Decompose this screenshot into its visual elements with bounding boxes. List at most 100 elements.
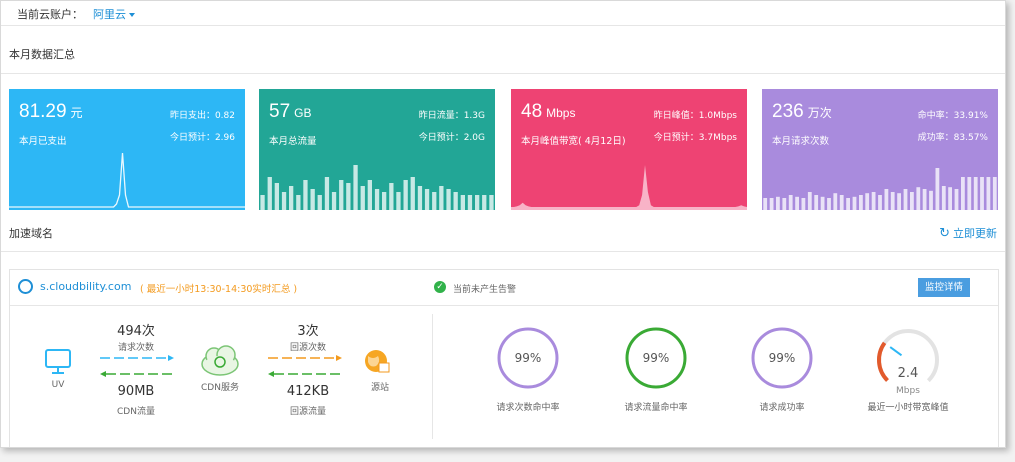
summary-card: 81.29 元本月已支出 昨日支出：0.82 今日预计：2.96 [9,89,245,210]
card-unit: GB [294,106,312,120]
spark-bar [769,198,774,210]
spark-bar [289,186,294,210]
spark-bar [884,189,889,210]
spark-bar [973,177,978,210]
account-value: 阿里云 [93,8,126,21]
card-sparkline [763,168,997,210]
origin-traffic-label: 回源流量 [289,407,326,417]
spark-bar [460,195,465,210]
spark-bar [374,189,380,210]
spark-bar [346,183,351,210]
spark-bar [916,187,921,210]
dashboard-frame: 当前云账户： 阿里云 本月数据汇总 81.29 元本月已支出 昨日支出：0.82 今日预… [0,0,1006,448]
card-value-number: 57 [269,101,291,122]
card-stat-2: 成功率：83.57% [917,133,988,143]
spark-bar [827,198,831,210]
card-stat-1: 昨日支出：0.82 [169,111,235,121]
spark-bar [929,190,933,210]
spark-bar [890,192,895,210]
spark-bar [820,196,825,210]
domain-header: s.cloudbility.com ( 最近一小时13:30-14:30实时汇总… [10,270,998,306]
origin-traffic-value: 412KB [286,384,330,399]
card-stat-2: 今日预计：3.7Mbps [653,133,737,143]
card-sparkline [260,165,494,210]
spark-bar [453,192,458,210]
spark-bar [424,189,430,210]
refresh-button[interactable]: ↻ 立即更新 [939,225,997,241]
cdn-traffic-label: CDN流量 [117,407,155,417]
spark-bar [482,195,487,210]
ring-label: 请求流量命中率 [624,403,688,413]
card-value: 236 万次 [772,101,832,123]
card-value: 81.29 元 [19,101,83,123]
card-value: 57 GB [269,101,311,123]
domain-name-link[interactable]: s.cloudbility.com [40,280,131,293]
card-unit: 元 [70,106,83,120]
spark-bar [782,198,787,210]
monitor-details-button[interactable]: 监控详情 [918,278,970,297]
spark-bar [795,196,799,210]
account-label: 当前云账户： [17,8,83,21]
card-unit: 万次 [807,106,832,120]
card-sparkline [9,152,245,208]
ring-value: 99% [514,351,542,365]
spark-bar [801,198,806,210]
spark-bar [353,165,358,210]
origin-requests-label: 回源次数 [289,343,326,353]
spark-bar [324,177,330,210]
account-dropdown[interactable]: 阿里云 [93,8,135,21]
domain-panel: s.cloudbility.com ( 最近一小时13:30-14:30实时汇总… [9,269,999,447]
ring-value: 99% [642,351,670,365]
card-subtitle: 本月已支出 [19,136,67,147]
flow-arrow-request [100,355,174,361]
bandwidth-value: 2.4 [897,366,919,381]
spark-bar [967,177,972,210]
spark-bar [432,192,437,210]
spark-bar [417,186,423,210]
card-subtitle: 本月峰值带宽( 4月12日) [521,136,626,147]
spark-bar [878,195,882,210]
refresh-icon: ↻ [939,226,950,241]
cdn-traffic-value: 90MB [117,384,155,399]
flow-arrow-origin-request [268,355,342,361]
spark-bar [367,180,372,210]
flow-diagram [45,345,390,377]
spark-bar [317,195,322,210]
spark-bar [260,195,265,210]
check-icon: ✓ [434,281,446,293]
spark-bar [310,189,315,210]
spark-bar [267,177,272,210]
uv-label: UV [51,380,65,390]
spark-bar [339,180,344,210]
requests-value: 494次 [117,324,155,339]
card-stat-1: 命中率：33.91% [917,111,988,121]
spark-line [511,165,747,210]
summary-card: 57 GB 本月总流量 昨日流量：1.3G 今日预计：2.0G [259,89,495,210]
cdn-cloud-icon [201,345,239,376]
card-subtitle: 本月总流量 [269,136,317,147]
spark-bar [296,195,301,210]
card-unit: Mbps [546,106,576,120]
flow-arrow-cdn-traffic [100,371,174,377]
vertical-divider [432,314,433,439]
spark-bar [274,183,279,210]
card-stat-1: 昨日峰值：1.0Mbps [653,111,737,121]
card-value-number: 236 [772,101,804,122]
spark-bar [360,186,365,210]
card-sparkline [511,165,747,210]
spark-bar [833,193,838,210]
summary-card: 236 万次 本月请求次数 命中率：33.91% 成功率：83.57% [762,89,998,210]
spark-bar [986,177,991,210]
divider [1,25,1005,26]
spark-bar [331,192,337,210]
spark-bar [852,196,857,210]
spark-bar [403,180,408,210]
origin-label: 源站 [370,383,389,393]
card-stat-2: 今日预计：2.96 [169,133,235,143]
domain-section-title: 加速域名 [9,227,53,240]
spark-bar [814,195,819,210]
spark-bar [992,177,997,210]
spark-bar [897,193,901,210]
spark-bar [389,183,394,210]
spark-bar [935,168,940,210]
